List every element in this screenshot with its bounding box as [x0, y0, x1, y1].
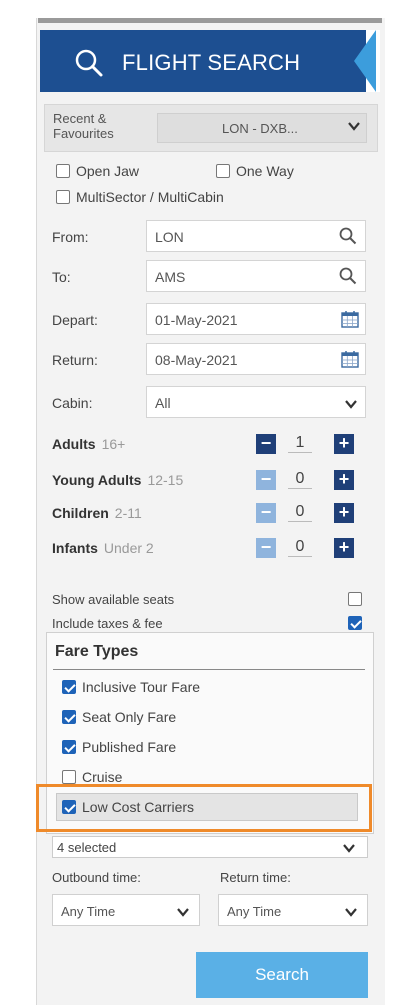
collapse-arrow-icon[interactable] — [354, 30, 376, 92]
adults-count[interactable]: 1 — [288, 434, 312, 453]
cabin-value: All — [155, 395, 171, 411]
young-adults-decrement-button[interactable]: − — [256, 470, 276, 490]
return-input[interactable]: 08-May-2021 — [146, 343, 366, 375]
published-fare-label: Published Fare — [82, 739, 177, 755]
infants-count[interactable]: 0 — [288, 538, 312, 557]
inclusive-tour-fare-checkbox[interactable] — [62, 680, 76, 694]
outbound-time-label: Outbound time: — [52, 870, 141, 885]
cruise-checkbox[interactable] — [62, 770, 76, 784]
infants-label: Infants Under 2 — [52, 540, 154, 556]
fare-types-title: Fare Types — [55, 643, 139, 660]
return-time-value: Any Time — [227, 904, 282, 919]
search-button[interactable]: Search — [196, 952, 368, 998]
young-adults-increment-button[interactable]: + — [334, 470, 354, 490]
return-label: Return: — [52, 352, 98, 368]
from-label: From: — [52, 229, 89, 245]
fare-types-selected-value: 4 selected — [57, 840, 117, 855]
to-input[interactable]: AMS — [146, 260, 366, 292]
open-jaw-checkbox[interactable] — [56, 164, 70, 178]
recent-favourites-label: Recent & Favourites — [53, 111, 114, 141]
cruise-label: Cruise — [82, 769, 123, 785]
cabin-label: Cabin: — [52, 395, 93, 411]
fare-types-divider — [53, 669, 365, 670]
seat-only-fare-label: Seat Only Fare — [82, 709, 177, 725]
depart-value: 01-May-2021 — [155, 312, 238, 328]
chevron-down-icon — [345, 397, 357, 415]
children-decrement-button[interactable]: − — [256, 503, 276, 523]
show-seats-checkbox[interactable] — [348, 592, 362, 606]
search-icon — [74, 48, 104, 78]
outbound-time-value: Any Time — [61, 904, 116, 919]
to-label: To: — [52, 269, 71, 285]
return-value: 08-May-2021 — [155, 352, 238, 368]
one-way-label: One Way — [236, 163, 294, 179]
children-count[interactable]: 0 — [288, 503, 312, 522]
chevron-down-icon — [177, 905, 189, 923]
from-value: LON — [155, 229, 184, 245]
one-way-checkbox[interactable] — [216, 164, 230, 178]
depart-input[interactable]: 01-May-2021 — [146, 303, 366, 335]
adults-label: Adults 16+ — [52, 436, 126, 452]
show-seats-label: Show available seats — [52, 592, 175, 607]
published-fare-checkbox[interactable] — [62, 740, 76, 754]
chevron-down-icon — [345, 905, 357, 923]
infants-decrement-button[interactable]: − — [256, 538, 276, 558]
adults-decrement-button[interactable]: − — [256, 434, 276, 454]
multisector-checkbox[interactable] — [56, 190, 70, 204]
header-title: FLIGHT SEARCH — [122, 50, 301, 75]
chevron-down-icon — [343, 841, 355, 859]
depart-label: Depart: — [52, 312, 98, 328]
search-icon[interactable] — [339, 267, 357, 290]
search-icon[interactable] — [339, 227, 357, 250]
to-value: AMS — [155, 269, 186, 285]
recent-favourites-select[interactable]: LON - DXB... — [157, 113, 367, 143]
seat-only-fare-checkbox[interactable] — [62, 710, 76, 724]
fare-types-select[interactable]: 4 selected — [52, 836, 368, 858]
cabin-select[interactable]: All — [146, 386, 366, 418]
infants-increment-button[interactable]: + — [334, 538, 354, 558]
multisector-label: MultiSector / MultiCabin — [76, 189, 224, 205]
from-input[interactable]: LON — [146, 220, 366, 252]
children-label: Children 2-11 — [52, 505, 142, 521]
adults-increment-button[interactable]: + — [334, 434, 354, 454]
inclusive-tour-fare-label: Inclusive Tour Fare — [82, 679, 201, 695]
open-jaw-label: Open Jaw — [76, 163, 140, 179]
young-adults-count[interactable]: 0 — [288, 470, 312, 489]
include-taxes-label: Include taxes & fee — [52, 616, 163, 631]
recent-favourites-row: Recent & Favourites LON - DXB... — [44, 104, 378, 152]
calendar-icon[interactable] — [341, 310, 359, 333]
return-time-select[interactable]: Any Time — [218, 894, 368, 926]
return-time-label: Return time: — [220, 870, 291, 885]
include-taxes-checkbox[interactable] — [348, 616, 362, 630]
highlight-box — [36, 784, 372, 832]
panel-top-border — [38, 18, 382, 23]
calendar-icon[interactable] — [341, 350, 359, 373]
children-increment-button[interactable]: + — [334, 503, 354, 523]
recent-favourites-value: LON - DXB... — [222, 121, 298, 136]
outbound-time-select[interactable]: Any Time — [52, 894, 200, 926]
chevron-down-icon — [348, 119, 360, 135]
young-adults-label: Young Adults 12-15 — [52, 472, 184, 488]
